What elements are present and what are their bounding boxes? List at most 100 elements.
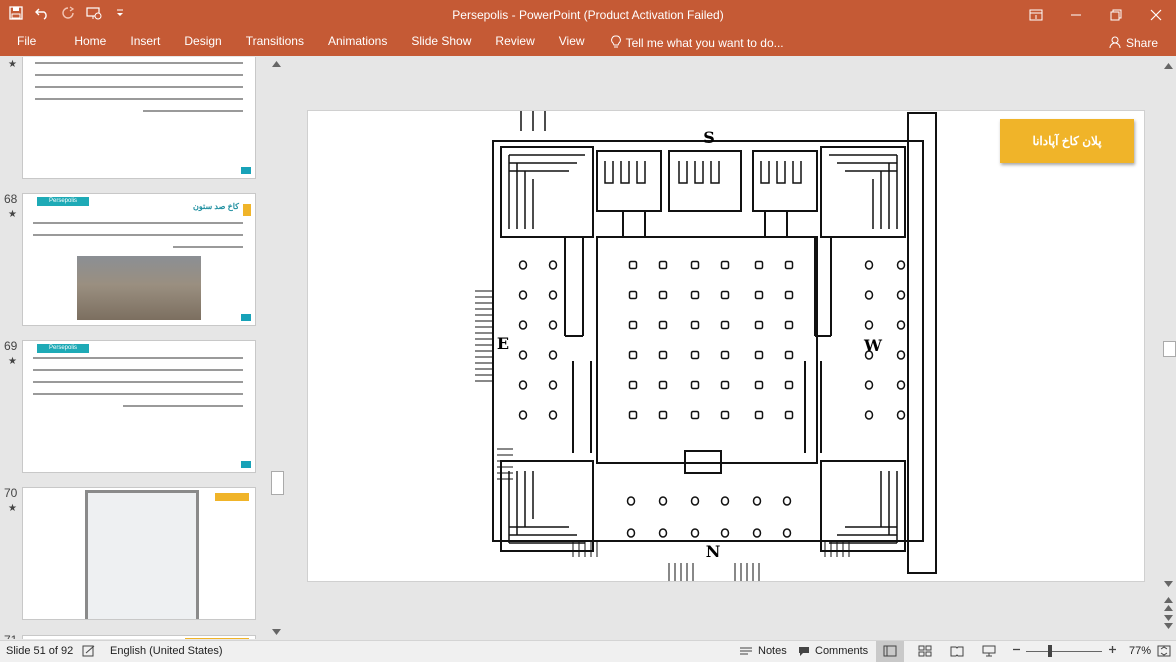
tab-transitions[interactable]: Transitions — [234, 30, 316, 56]
column-base — [518, 320, 528, 330]
column-base — [864, 380, 874, 390]
tab-insert[interactable]: Insert — [118, 30, 172, 56]
zoom-in-icon[interactable] — [1108, 645, 1117, 654]
title-bar: Persepolis - PowerPoint (Product Activat… — [0, 0, 1176, 30]
animation-star-icon: ★ — [8, 356, 17, 367]
column-base — [518, 350, 528, 360]
next-slide-icon[interactable] — [1164, 615, 1173, 629]
thumbnail-heading: کاخ صد ستون — [193, 202, 239, 211]
column-base — [864, 290, 874, 300]
thumbnail-68[interactable]: Persepolis کاخ صد ستون — [22, 193, 256, 326]
column-base — [784, 380, 794, 390]
restore-icon[interactable] — [1096, 0, 1136, 30]
column-base — [658, 380, 668, 390]
tab-file[interactable]: File — [0, 30, 62, 56]
zoom-slider-thumb[interactable] — [1048, 645, 1052, 657]
zoom-level[interactable]: 77% — [1129, 645, 1151, 657]
comments-button[interactable]: Comments — [798, 645, 868, 657]
column-base — [720, 496, 730, 506]
scroll-thumb[interactable] — [1163, 341, 1176, 357]
column-base — [628, 290, 638, 300]
tell-me-box[interactable]: Tell me what you want to do... — [597, 35, 784, 52]
thumbnail-70[interactable] — [22, 487, 256, 620]
scroll-thumb[interactable] — [271, 471, 284, 495]
reading-view-icon[interactable] — [950, 645, 964, 657]
thumbnail-title-box — [215, 493, 249, 501]
column-base — [628, 260, 638, 270]
column-base — [784, 260, 794, 270]
tab-review[interactable]: Review — [483, 30, 546, 56]
minimize-icon[interactable] — [1056, 0, 1096, 30]
column-base — [548, 350, 558, 360]
column-base — [864, 260, 874, 270]
slideshow-icon[interactable] — [982, 645, 996, 657]
column-base — [896, 380, 906, 390]
thumbnail-scrollbar[interactable] — [269, 57, 284, 639]
slide-sorter-icon[interactable] — [918, 645, 932, 657]
fit-slide-icon[interactable] — [1157, 645, 1171, 657]
spelling-icon[interactable] — [82, 645, 96, 657]
notes-button[interactable]: Notes — [739, 645, 787, 657]
slide-number-68: 68 — [4, 192, 18, 206]
language-indicator[interactable]: English (United States) — [110, 645, 223, 657]
ribbon: File Home Insert Design Transitions Anim… — [0, 30, 1176, 56]
compass-east: E — [497, 334, 509, 353]
column-base — [658, 290, 668, 300]
thumbnail-71[interactable] — [22, 635, 256, 639]
column-base — [548, 320, 558, 330]
column-base — [548, 260, 558, 270]
animation-star-icon: ★ — [8, 503, 17, 514]
column-base — [658, 320, 668, 330]
apadana-floor-plan-image[interactable]: S N E W — [473, 111, 961, 581]
ribbon-tabs: File Home Insert Design Transitions Anim… — [0, 30, 784, 56]
slide-number-badge — [241, 461, 251, 468]
slide-number-70: 70 — [4, 486, 18, 500]
column-base — [752, 528, 762, 538]
tab-home[interactable]: Home — [62, 30, 118, 56]
column-base — [628, 380, 638, 390]
column-base — [518, 260, 528, 270]
column-base — [784, 410, 794, 420]
share-button[interactable]: Share — [1109, 32, 1158, 54]
thumbnail-69[interactable]: Persepolis — [22, 340, 256, 473]
compass-south: S — [703, 128, 715, 147]
column-base — [754, 290, 764, 300]
normal-view-icon[interactable] — [876, 641, 904, 662]
scroll-down-icon[interactable] — [272, 629, 281, 635]
animation-star-icon: ★ — [8, 59, 17, 70]
column-base — [548, 380, 558, 390]
tab-design[interactable]: Design — [172, 30, 233, 56]
close-icon[interactable] — [1136, 0, 1176, 30]
compass-north: N — [706, 542, 721, 561]
column-base — [754, 320, 764, 330]
share-label: Share — [1125, 36, 1158, 50]
zoom-out-icon[interactable] — [1012, 645, 1021, 654]
scroll-up-icon[interactable] — [272, 61, 281, 67]
ribbon-display-icon[interactable] — [1016, 0, 1056, 30]
column-base — [690, 410, 700, 420]
previous-slide-icon[interactable] — [1164, 597, 1173, 611]
tab-animations[interactable]: Animations — [316, 30, 399, 56]
scroll-down-icon[interactable] — [1164, 581, 1173, 587]
zoom-slider[interactable] — [1026, 651, 1102, 652]
slide-number-badge — [241, 167, 251, 174]
slide-thumbnail-pane[interactable]: ★ 68 ★ Persepolis کاخ صد ستون 69 ★ Perse… — [0, 57, 268, 639]
tab-view[interactable]: View — [547, 30, 597, 56]
slide-editing-area[interactable]: S N E W پلان کاخ آپادانا — [287, 57, 1161, 639]
scroll-up-icon[interactable] — [1164, 63, 1173, 69]
column-base — [690, 496, 700, 506]
column-base — [754, 380, 764, 390]
slide-title-box[interactable]: پلان کاخ آپادانا — [1000, 119, 1134, 163]
title-accent — [243, 204, 251, 216]
column-base — [896, 350, 906, 360]
column-base — [720, 350, 730, 360]
slide-scrollbar[interactable] — [1161, 57, 1176, 639]
column-base — [628, 410, 638, 420]
column-base — [754, 260, 764, 270]
column-base — [690, 350, 700, 360]
tell-me-label: Tell me what you want to do... — [625, 36, 784, 50]
current-slide[interactable]: S N E W پلان کاخ آپادانا — [307, 110, 1145, 582]
tab-slide-show[interactable]: Slide Show — [399, 30, 483, 56]
thumbnail-67[interactable] — [22, 57, 256, 179]
column-base — [782, 496, 792, 506]
